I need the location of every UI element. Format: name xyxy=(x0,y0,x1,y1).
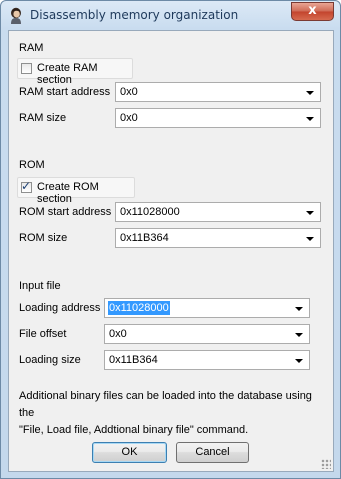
ram-heading: RAM xyxy=(19,42,44,54)
checkmark-icon: ✓ xyxy=(21,179,32,193)
cancel-button[interactable]: Cancel xyxy=(176,442,249,463)
create-rom-checkbox-box[interactable]: ✓ xyxy=(21,179,32,193)
chevron-down-icon[interactable] xyxy=(306,117,314,121)
chevron-down-icon[interactable] xyxy=(306,237,314,241)
rom-size-combo[interactable]: 0x11B364 xyxy=(115,228,321,248)
rom-heading: ROM xyxy=(19,159,45,171)
create-ram-checkbox-box[interactable] xyxy=(21,63,32,74)
ram-size-combo[interactable]: 0x0 xyxy=(115,108,321,128)
file-offset-label: File offset xyxy=(19,328,67,340)
info-note: Additional binary files can be loaded in… xyxy=(19,388,329,439)
loading-size-label: Loading size xyxy=(19,354,81,366)
create-ram-checkbox[interactable]: Create RAM section xyxy=(17,58,133,86)
rom-start-combo[interactable]: 0x11028000 xyxy=(115,202,321,222)
chevron-down-icon[interactable] xyxy=(306,211,314,215)
file-offset-combo[interactable]: 0x0 xyxy=(104,324,310,344)
loading-address-label: Loading address xyxy=(19,302,101,314)
title-bar[interactable]: Disassembly memory organization x xyxy=(1,1,340,31)
dialog-window: Disassembly memory organization x RAM Cr… xyxy=(0,0,341,479)
create-rom-checkbox[interactable]: ✓ Create ROM section xyxy=(17,177,135,205)
loading-address-value[interactable]: 0x11028000 xyxy=(108,301,170,315)
info-note-line-1: Additional binary files can be loaded in… xyxy=(19,390,312,419)
close-button[interactable]: x xyxy=(291,2,334,21)
loading-size-combo[interactable]: 0x11B364 xyxy=(104,350,310,370)
loading-size-value: 0x11B364 xyxy=(109,354,158,366)
chevron-down-icon[interactable] xyxy=(295,333,303,337)
window-title: Disassembly memory organization xyxy=(30,8,239,22)
ram-start-combo[interactable]: 0x0 xyxy=(115,82,321,102)
loading-address-combo[interactable]: 0x11028000 xyxy=(104,298,310,318)
chevron-down-icon[interactable] xyxy=(306,91,314,95)
ram-start-value: 0x0 xyxy=(120,86,138,98)
dialog-body: RAM Create RAM section RAM start address… xyxy=(8,30,334,472)
rom-start-label: ROM start address xyxy=(19,206,112,218)
info-note-line-2: "File, Load file, Addtional binary file"… xyxy=(19,424,249,436)
rom-start-value: 0x11028000 xyxy=(120,206,180,218)
close-icon: x xyxy=(308,3,317,18)
rom-size-label: ROM size xyxy=(19,232,68,244)
chevron-down-icon[interactable] xyxy=(295,359,303,363)
input-file-heading: Input file xyxy=(19,280,61,292)
ram-size-value: 0x0 xyxy=(120,112,138,124)
ok-button[interactable]: OK xyxy=(92,442,167,463)
rom-size-value: 0x11B364 xyxy=(120,232,169,244)
file-offset-value: 0x0 xyxy=(109,328,127,340)
ram-size-label: RAM size xyxy=(19,112,67,124)
ram-start-label: RAM start address xyxy=(19,86,111,98)
chevron-down-icon[interactable] xyxy=(295,307,303,311)
app-icon xyxy=(11,7,21,24)
resize-grip[interactable] xyxy=(321,459,331,469)
